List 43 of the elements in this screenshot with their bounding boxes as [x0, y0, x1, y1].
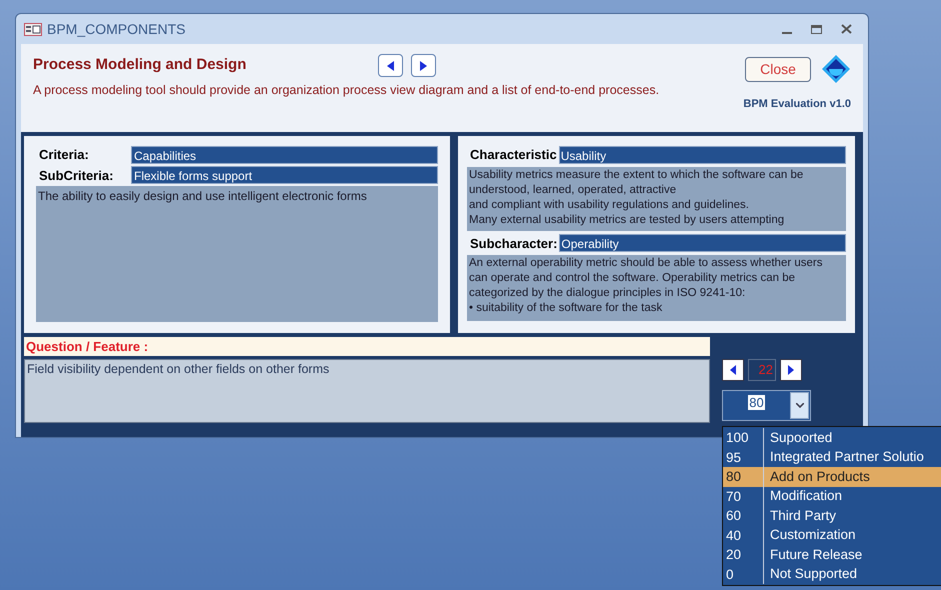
- subcriteria-field: Flexible forms support: [131, 166, 438, 184]
- form-heading: Process Modeling and Design: [33, 55, 248, 76]
- characteristic-field: Usability: [558, 146, 846, 164]
- left-arrow-icon: [387, 60, 394, 70]
- score-combo-box[interactable]: 80: [722, 390, 811, 421]
- criteria-field: Capabilities: [131, 146, 438, 164]
- subcharacter-description-text: An external operability metric should be able to assess whether users can operate and control the software. Operability metrics can be categorized by the dialogue principles in ISO 9241-10:: [469, 256, 824, 301]
- subcharacter-label: Subcharacter:: [469, 234, 558, 252]
- criteria-label: Criteria:: [38, 146, 90, 164]
- previous-record-button[interactable]: [722, 359, 744, 381]
- maximize-icon[interactable]: [811, 24, 822, 34]
- close-button[interactable]: Close: [745, 56, 811, 82]
- left-arrow-icon: [730, 365, 736, 375]
- score-option[interactable]: 20 Future Release: [723, 545, 941, 564]
- score-option[interactable]: 60 Third Party: [723, 506, 941, 526]
- dropdown-button[interactable]: [790, 392, 809, 419]
- score-option[interactable]: 80 Add on Products: [723, 467, 941, 486]
- score-option[interactable]: 0 Not Supported: [723, 564, 941, 584]
- form-icon: [24, 22, 42, 36]
- previous-button[interactable]: [378, 54, 403, 77]
- score-value: 80: [747, 394, 766, 412]
- right-arrow-icon: [420, 60, 427, 70]
- form-description: A process modeling tool should provide an organization process view diagram and a list of end-to-end processes.: [33, 83, 660, 98]
- right-arrow-icon: [788, 365, 794, 375]
- characteristic-description-text: and compliant with usability regulations and guidelines.: [469, 198, 750, 212]
- subcharacter-field: Operability: [559, 234, 846, 252]
- criteria-description-field: The ability to easily design and use intelligent electronic forms: [36, 186, 438, 322]
- characteristic-label: Characteristic: [469, 146, 558, 164]
- subcriteria-label: SubCriteria:: [38, 166, 114, 184]
- next-record-button[interactable]: [780, 359, 802, 381]
- subcharacter-description-text: • suitability of the software for the task: [469, 301, 664, 316]
- record-counter: 22: [748, 359, 776, 381]
- window-title: BPM_COMPONENTS: [47, 20, 186, 39]
- score-option[interactable]: 70 Modification: [723, 486, 941, 506]
- close-icon[interactable]: [841, 24, 852, 34]
- diamond-logo-icon: [821, 54, 851, 84]
- question-label: Question / Feature :: [24, 337, 710, 356]
- next-button[interactable]: [411, 54, 436, 77]
- score-option[interactable]: 40 Customization: [723, 526, 941, 545]
- characteristic-description-text: Many external usability metrics are tested by users attempting: [469, 212, 786, 228]
- caret-icon: [796, 403, 804, 408]
- version-label: BPM Evaluation v1.0: [743, 97, 851, 112]
- score-option[interactable]: 100 Supoorted: [723, 428, 941, 448]
